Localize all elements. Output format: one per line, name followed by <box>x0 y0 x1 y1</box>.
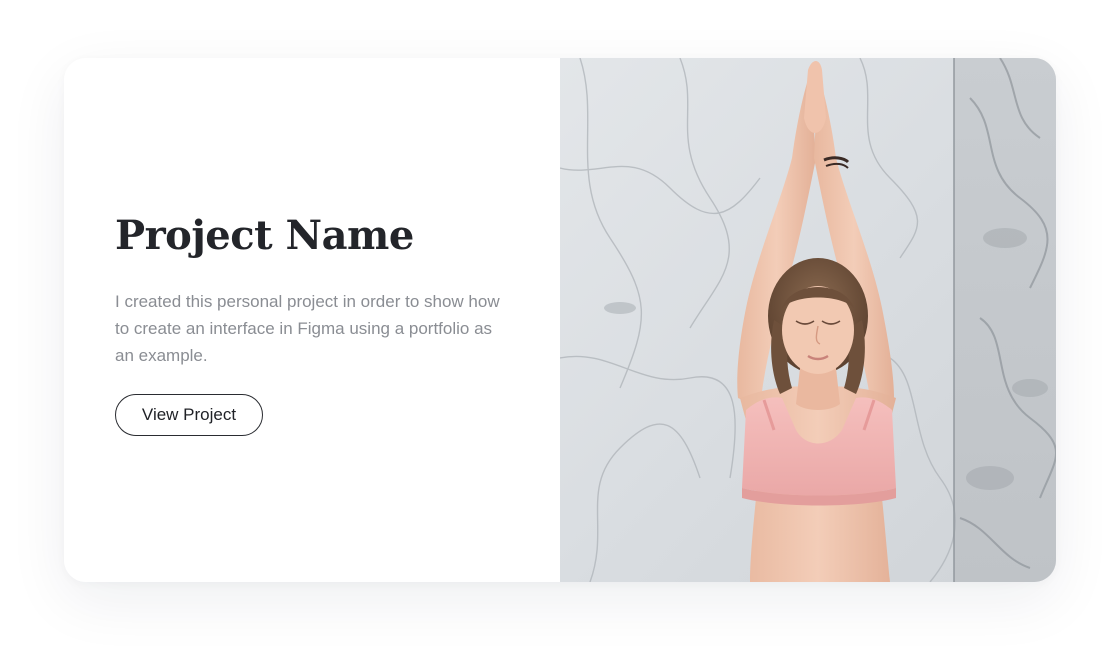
project-image <box>560 58 1056 582</box>
project-description: I created this personal project in order… <box>115 292 500 365</box>
project-card: Project Name I created this personal pro… <box>64 58 1056 582</box>
project-info-panel: Project Name I created this personal pro… <box>64 58 560 582</box>
view-project-button[interactable]: View Project <box>115 394 263 436</box>
project-title: Project Name <box>115 212 414 259</box>
yoga-photo <box>560 58 1056 582</box>
page: Project Name I created this personal pro… <box>0 0 1120 652</box>
